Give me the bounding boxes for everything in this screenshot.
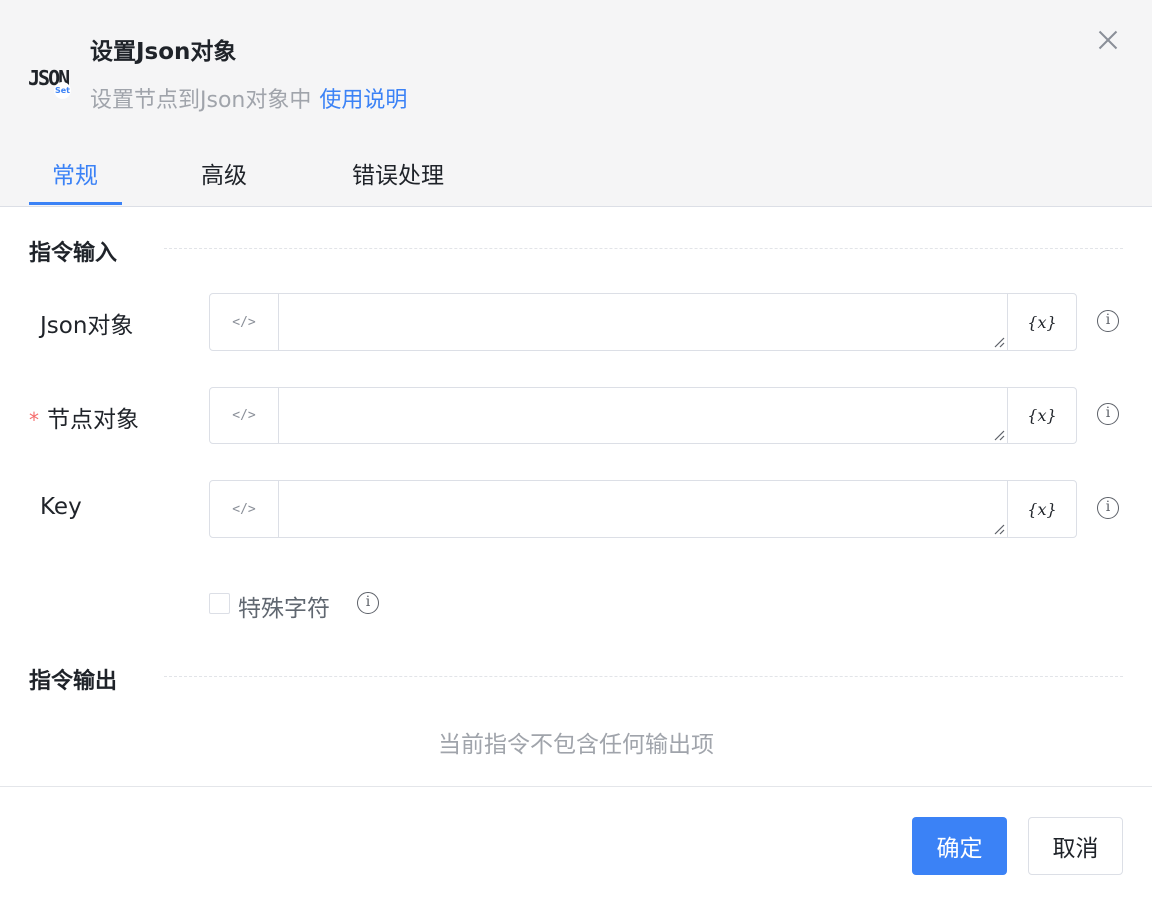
json-object-field: </> {x} <box>209 293 1077 351</box>
field-label-node-object-text: 节点对象 <box>47 407 139 433</box>
empty-output-text: 当前指令不包含任何输出项 <box>438 732 714 758</box>
field-label-key: Key <box>40 494 82 520</box>
section-divider <box>164 676 1123 677</box>
key-input[interactable] <box>279 481 1007 537</box>
node-object-input[interactable] <box>279 388 1007 443</box>
tab-general[interactable]: 常规 <box>52 156 98 190</box>
help-link[interactable]: 使用说明 <box>319 88 407 113</box>
active-tab-indicator <box>29 202 122 205</box>
dialog-title: 设置Json对象 <box>90 39 237 65</box>
close-icon[interactable] <box>1094 26 1122 54</box>
special-chars-label[interactable]: 特殊字符 <box>238 589 330 623</box>
resize-handle-icon[interactable] <box>993 429 1005 441</box>
dialog-subtitle: 设置节点到Json对象中 使用说明 <box>90 82 407 114</box>
confirm-button[interactable]: 确定 <box>912 817 1007 875</box>
tab-advanced[interactable]: 高级 <box>201 156 247 190</box>
code-icon[interactable]: </> <box>210 481 279 537</box>
cancel-button[interactable]: 取消 <box>1028 817 1123 875</box>
output-section-title: 指令输出 <box>29 669 118 694</box>
node-object-field: </> {x} <box>209 387 1077 444</box>
subtitle-text: 设置节点到Json对象中 <box>90 88 312 113</box>
variable-icon[interactable]: {x} <box>1007 481 1076 537</box>
required-asterisk: * <box>29 408 39 432</box>
field-label-json-object: Json对象 <box>40 313 134 339</box>
info-icon[interactable]: i <box>1097 403 1119 425</box>
resize-handle-icon[interactable] <box>993 523 1005 535</box>
json-object-input[interactable] <box>279 294 1007 350</box>
variable-icon[interactable]: {x} <box>1007 388 1076 443</box>
code-icon[interactable]: </> <box>210 294 279 350</box>
footer-divider <box>0 786 1152 787</box>
info-icon[interactable]: i <box>1097 497 1119 519</box>
field-label-node-object: * 节点对象 <box>29 400 139 434</box>
info-icon[interactable]: i <box>357 592 379 614</box>
resize-handle-icon[interactable] <box>993 336 1005 348</box>
tab-bar: 常规 高级 错误处理 <box>0 150 1152 207</box>
variable-icon[interactable]: {x} <box>1007 294 1076 350</box>
input-section-title: 指令输入 <box>29 241 118 266</box>
key-field: </> {x} <box>209 480 1077 538</box>
dialog-header: JSON Set 设置Json对象 设置节点到Json对象中 使用说明 常规 高级… <box>0 0 1152 207</box>
info-icon[interactable]: i <box>1097 310 1119 332</box>
section-divider <box>164 248 1123 249</box>
special-chars-checkbox[interactable] <box>209 593 230 614</box>
code-icon[interactable]: </> <box>210 388 279 443</box>
logo-badge: Set <box>54 82 71 99</box>
tab-error-handling[interactable]: 错误处理 <box>352 156 444 190</box>
json-set-logo: JSON Set <box>28 66 74 100</box>
